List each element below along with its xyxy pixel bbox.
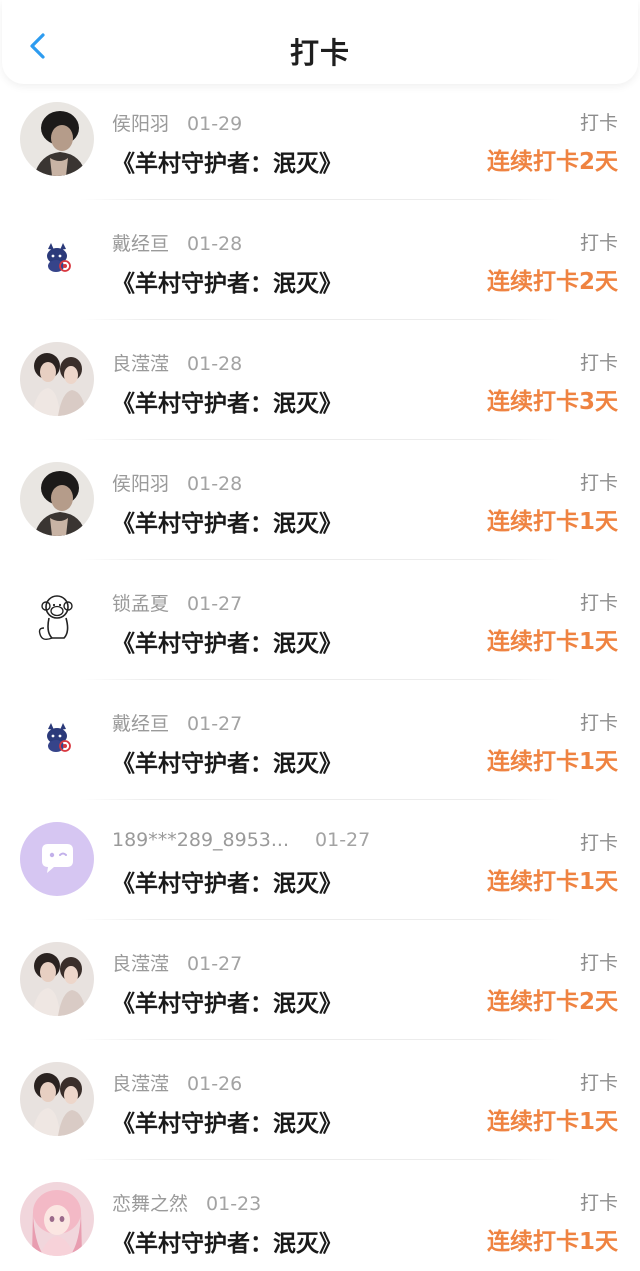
item-date: 01-28 bbox=[187, 473, 243, 495]
avatar-cartoon-cat-icon bbox=[20, 222, 94, 296]
item-meta: 侯阳羽 01-29 bbox=[112, 109, 242, 135]
item-title: 《羊村守护者：泯灭》 bbox=[112, 1231, 342, 1257]
streak-label: 连续打卡1天 bbox=[486, 629, 618, 655]
avatar[interactable] bbox=[20, 1062, 94, 1136]
item-meta: 189***289_8953... 01-27 bbox=[112, 829, 370, 855]
checkin-tag: 打卡 bbox=[579, 352, 618, 374]
item-meta: 恋舞之然 01-23 bbox=[112, 1189, 261, 1215]
page-title: 打卡 bbox=[289, 36, 350, 70]
avatar[interactable] bbox=[20, 222, 94, 296]
checkin-tag: 打卡 bbox=[579, 1192, 618, 1214]
streak-label: 连续打卡1天 bbox=[486, 749, 618, 775]
list-item[interactable]: 恋舞之然 01-23 《羊村守护者：泯灭》 打卡 连续打卡1天 bbox=[0, 1160, 640, 1271]
avatar-photo-man-icon bbox=[20, 462, 94, 536]
avatar-photo-man-icon bbox=[20, 102, 94, 176]
checkin-tag: 打卡 bbox=[579, 712, 618, 734]
item-title: 《羊村守护者：泯灭》 bbox=[112, 391, 342, 417]
top-bar: 打卡 bbox=[2, 0, 638, 84]
checkin-tag: 打卡 bbox=[579, 1072, 618, 1094]
item-meta: 戴经亘 01-28 bbox=[112, 229, 242, 255]
avatar-anime-girl-icon bbox=[20, 1182, 94, 1256]
avatar[interactable] bbox=[20, 702, 94, 776]
item-meta: 侯阳羽 01-28 bbox=[112, 469, 242, 495]
item-meta: 戴经亘 01-27 bbox=[112, 709, 242, 735]
streak-label: 连续打卡1天 bbox=[486, 1109, 618, 1135]
username[interactable]: 锁孟夏 bbox=[112, 589, 169, 616]
avatar[interactable] bbox=[20, 822, 94, 896]
streak-label: 连续打卡1天 bbox=[486, 1229, 618, 1255]
item-title: 《羊村守护者：泯灭》 bbox=[112, 751, 342, 777]
checkin-tag: 打卡 bbox=[579, 472, 618, 494]
streak-label: 连续打卡1天 bbox=[486, 509, 618, 535]
username[interactable]: 良滢滢 bbox=[112, 349, 169, 376]
item-title: 《羊村守护者：泯灭》 bbox=[112, 991, 342, 1017]
checkin-tag: 打卡 bbox=[579, 592, 618, 614]
item-meta: 良滢滢 01-26 bbox=[112, 1069, 242, 1095]
list-item[interactable]: 良滢滢 01-27 《羊村守护者：泯灭》 打卡 连续打卡2天 bbox=[0, 920, 640, 1040]
streak-label: 连续打卡2天 bbox=[486, 269, 618, 295]
list-item[interactable]: 良滢滢 01-28 《羊村守护者：泯灭》 打卡 连续打卡3天 bbox=[0, 320, 640, 440]
checkin-tag: 打卡 bbox=[579, 112, 618, 134]
item-title: 《羊村守护者：泯灭》 bbox=[112, 1111, 342, 1137]
list-item[interactable]: 戴经亘 01-27 《羊村守护者：泯灭》 打卡 连续打卡1天 bbox=[0, 680, 640, 800]
checkin-tag: 打卡 bbox=[579, 232, 618, 254]
item-date: 01-28 bbox=[187, 353, 243, 375]
avatar-photo-two-girls-icon bbox=[20, 1062, 94, 1136]
avatar[interactable] bbox=[20, 462, 94, 536]
item-title: 《羊村守护者：泯灭》 bbox=[112, 511, 342, 537]
avatar-cartoon-cat-icon bbox=[20, 702, 94, 776]
username[interactable]: 189***289_8953... bbox=[112, 829, 289, 851]
avatar[interactable] bbox=[20, 102, 94, 176]
avatar[interactable] bbox=[20, 342, 94, 416]
avatar[interactable] bbox=[20, 582, 94, 656]
item-meta: 锁孟夏 01-27 bbox=[112, 589, 242, 615]
list-item[interactable]: 侯阳羽 01-28 《羊村守护者：泯灭》 打卡 连续打卡1天 bbox=[0, 440, 640, 560]
list-item[interactable]: 良滢滢 01-26 《羊村守护者：泯灭》 打卡 连续打卡1天 bbox=[0, 1040, 640, 1160]
list-item[interactable]: 189***289_8953... 01-27 《羊村守护者：泯灭》 打卡 连续打… bbox=[0, 800, 640, 920]
item-date: 01-28 bbox=[187, 233, 243, 255]
checkin-list: 侯阳羽 01-29 《羊村守护者：泯灭》 打卡 连续打卡2天 戴经亘 01-28… bbox=[0, 80, 640, 1271]
username[interactable]: 良滢滢 bbox=[112, 1069, 169, 1096]
avatar-photo-two-girls-icon bbox=[20, 942, 94, 1016]
streak-label: 连续打卡1天 bbox=[486, 869, 618, 895]
username[interactable]: 侯阳羽 bbox=[112, 109, 169, 136]
streak-label: 连续打卡2天 bbox=[486, 149, 618, 175]
item-title: 《羊村守护者：泯灭》 bbox=[112, 271, 342, 297]
list-item[interactable]: 戴经亘 01-28 《羊村守护者：泯灭》 打卡 连续打卡2天 bbox=[0, 200, 640, 320]
username[interactable]: 戴经亘 bbox=[112, 229, 169, 256]
item-date: 01-27 bbox=[187, 953, 243, 975]
item-date: 01-29 bbox=[187, 113, 243, 135]
list-item[interactable]: 锁孟夏 01-27 《羊村守护者：泯灭》 打卡 连续打卡1天 bbox=[0, 560, 640, 680]
item-date: 01-27 bbox=[315, 829, 371, 851]
item-meta: 良滢滢 01-27 bbox=[112, 949, 242, 975]
avatar[interactable] bbox=[20, 942, 94, 1016]
item-date: 01-27 bbox=[187, 713, 243, 735]
item-title: 《羊村守护者：泯灭》 bbox=[112, 631, 342, 657]
avatar-photo-two-girls-icon bbox=[20, 342, 94, 416]
username[interactable]: 戴经亘 bbox=[112, 709, 169, 736]
username[interactable]: 侯阳羽 bbox=[112, 469, 169, 496]
item-date: 01-26 bbox=[187, 1073, 243, 1095]
avatar[interactable] bbox=[20, 1182, 94, 1256]
list-item[interactable]: 侯阳羽 01-29 《羊村守护者：泯灭》 打卡 连续打卡2天 bbox=[0, 80, 640, 200]
streak-label: 连续打卡3天 bbox=[486, 389, 618, 415]
checkin-page: 打卡 侯阳羽 01-29 《羊村守护者：泯灭》 打卡 连续打卡2天 戴经亘 01… bbox=[0, 0, 640, 1271]
checkin-tag: 打卡 bbox=[579, 832, 618, 854]
checkin-tag: 打卡 bbox=[579, 952, 618, 974]
avatar-default-chat-icon bbox=[20, 822, 94, 896]
username[interactable]: 良滢滢 bbox=[112, 949, 169, 976]
item-title: 《羊村守护者：泯灭》 bbox=[112, 151, 342, 177]
item-date: 01-23 bbox=[206, 1193, 262, 1215]
avatar-monkey-sketch-icon bbox=[20, 582, 94, 656]
streak-label: 连续打卡2天 bbox=[486, 989, 618, 1015]
item-meta: 良滢滢 01-28 bbox=[112, 349, 242, 375]
item-date: 01-27 bbox=[187, 593, 243, 615]
username[interactable]: 恋舞之然 bbox=[112, 1189, 188, 1216]
item-title: 《羊村守护者：泯灭》 bbox=[112, 871, 342, 897]
